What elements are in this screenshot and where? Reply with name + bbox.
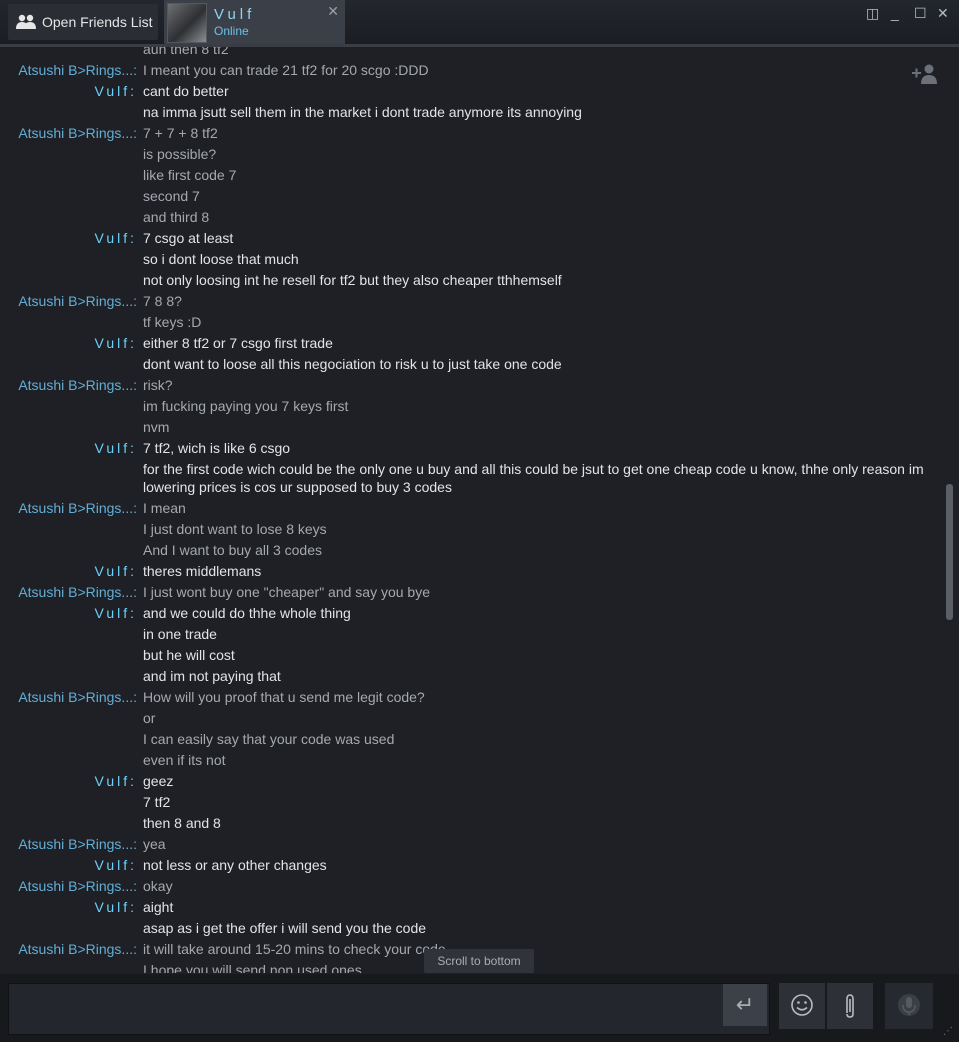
message-text: it will take around 15-20 mins to check … [143,941,446,957]
tab-name: Vulf [214,6,256,23]
message-text: 7 tf2 [143,794,171,810]
message-sender[interactable]: Vulf: [95,562,138,580]
message-sender[interactable]: Atsushi B>Rings...: [18,499,137,517]
message-text: aun then 8 tf2 [143,47,229,57]
message-text: in one trade [143,626,217,642]
message-text: 7 tf2, wich is like 6 csgo [143,440,291,456]
message-sender[interactable]: Vulf: [95,772,138,790]
message-text: 7 8 8? [143,293,182,309]
message-text: and third 8 [143,209,210,225]
close-window-icon[interactable]: ✕ [937,5,949,22]
invite-friend-icon[interactable] [912,63,942,87]
message-sender[interactable]: Atsushi B>Rings...: [18,940,137,958]
message-text: I hope you will send non used ones [143,962,362,973]
message-text: im fucking paying you 7 keys first [143,398,349,414]
message-sender[interactable]: Atsushi B>Rings...: [18,835,137,853]
message-text: okay [143,878,173,894]
message-text: I can easily say that your code was used [143,731,395,747]
message-sender[interactable]: Vulf: [95,604,138,622]
message-text: not only loosing int he resell for tf2 b… [143,272,562,288]
message-text: and we could do thhe whole thing [143,605,351,621]
message-text: tf keys :D [143,314,202,330]
message-text: or [143,710,156,726]
maximize-icon[interactable]: ☐ [914,5,927,22]
avatar [167,3,207,43]
message-text: then 8 and 8 [143,815,221,831]
message-sender[interactable]: Vulf: [95,334,138,352]
minimize-icon[interactable]: _ [891,5,899,21]
paperclip-icon [846,994,854,1018]
message-sender[interactable]: Atsushi B>Rings...: [18,292,137,310]
message-sender[interactable]: Atsushi B>Rings...: [18,61,137,79]
message-sender[interactable]: Atsushi B>Rings...: [18,583,137,601]
scrollbar-thumb[interactable] [946,484,953,620]
chat-tab-vulf[interactable]: Vulf Online ✕ [164,0,345,44]
message-sender[interactable]: Atsushi B>Rings...: [18,124,137,142]
message-text: either 8 tf2 or 7 csgo first trade [143,335,333,351]
message-text: asap as i get the offer i will send you … [143,920,427,936]
message-sender[interactable]: Atsushi B>Rings...: [18,877,137,895]
message-text: theres middlemans [143,563,262,579]
message-text: not less or any other changes [143,857,327,873]
message-text: aight [143,899,174,915]
message-sender[interactable]: Vulf: [95,82,138,100]
message-text: yea [143,836,166,852]
message-text: na imma jsutt sell them in the market i … [143,104,582,120]
message-text: nvm [143,419,170,435]
message-text: 7 csgo at least [143,230,234,246]
message-text: And I want to buy all 3 codes [143,542,322,558]
message-text: dont want to loose all this negociation … [143,356,562,372]
message-text: is possible? [143,146,217,162]
message-text: second 7 [143,188,200,204]
friends-button-label: Open Friends List [42,14,153,30]
message-sender[interactable]: Atsushi B>Rings...: [18,376,137,394]
message-text: even if its not [143,752,226,768]
chat-log[interactable]: aun then 8 tf2 Atsushi B>Rings...: I meant… [0,47,945,973]
message-text: How will you proof that u send me legit … [143,689,425,705]
message-text: geez [143,773,174,789]
close-tab-icon[interactable]: ✕ [327,3,339,20]
message-text: I meant you can trade 21 tf2 for 20 scgo… [143,62,429,78]
message-sender[interactable]: Vulf: [95,229,138,247]
message-sender[interactable]: Vulf: [95,439,138,457]
enter-icon: ↵ [735,992,755,1017]
emoticon-button[interactable] [779,983,825,1029]
microphone-icon [898,994,920,1016]
message-text: so i dont loose that much [143,251,299,267]
scroll-to-bottom-button[interactable]: Scroll to bottom [424,949,534,973]
message-text: I just dont want to lose 8 keys [143,521,327,537]
voice-chat-button[interactable] [885,983,933,1029]
attach-button[interactable] [827,983,873,1029]
message-sender[interactable]: Atsushi B>Rings...: [18,688,137,706]
open-friends-list-button[interactable]: Open Friends List [8,4,158,40]
message-text: I mean [143,500,186,516]
message-text: and im not paying that [143,668,281,684]
message-text: for the first code wich could be the onl… [143,461,924,495]
tab-status: Online [214,24,249,38]
sidebar-toggle-icon[interactable]: ◫ [866,5,879,22]
message-text: I just wont buy one "cheaper" and say yo… [143,584,431,600]
title-bar: Open Friends List Vulf Online ✕ ◫ _ ☐ ✕ [0,0,959,44]
message-text: cant do better [143,83,229,99]
resize-grip-icon[interactable]: ⋰ [943,1026,953,1037]
message-text: risk? [143,377,173,393]
message-sender[interactable]: Vulf: [95,856,138,874]
smiley-icon [791,994,813,1016]
message-text: but he will cost [143,647,235,663]
friends-icon [16,13,36,31]
message-text: like first code 7 [143,167,237,183]
message-sender[interactable]: Vulf: [95,898,138,916]
message-text: 7 + 7 + 8 tf2 [143,125,218,141]
send-button[interactable]: ↵ [723,984,767,1026]
message-input[interactable] [8,983,770,1035]
